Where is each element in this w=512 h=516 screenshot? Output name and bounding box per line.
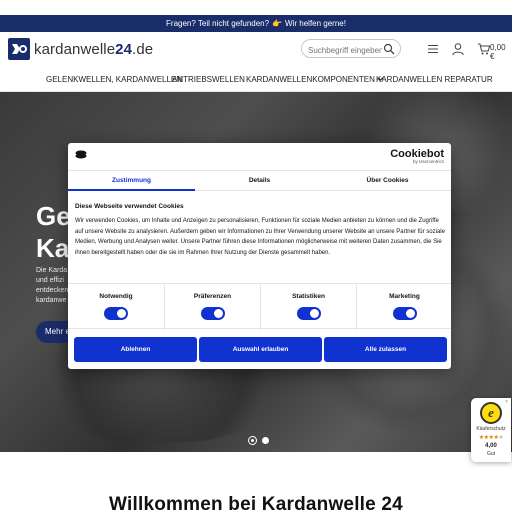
cookie-heading: Diese Webseite verwendet Cookies xyxy=(75,203,184,210)
cookie-icon xyxy=(75,150,87,159)
slider-dot[interactable] xyxy=(262,437,269,444)
search-icon[interactable] xyxy=(383,43,395,55)
menu-icon[interactable] xyxy=(426,42,440,56)
nav-item-kardanwellenkomponenten[interactable]: KARDANWELLENKOMPONENTEN xyxy=(246,75,384,84)
toggle-notwendig[interactable] xyxy=(104,307,128,320)
allow-selection-button[interactable]: Auswahl erlauben xyxy=(199,337,322,362)
deny-button[interactable]: Ablehnen xyxy=(74,337,197,362)
announcement-strip[interactable]: Fragen? Teil nicht gefunden? 👉 Wir helfen … xyxy=(0,15,512,32)
toggle-praeferenzen[interactable] xyxy=(201,307,225,320)
close-icon[interactable]: × xyxy=(505,399,508,405)
hero-text-line: kardanwe xyxy=(36,297,67,304)
category-statistiken: Statistiken xyxy=(260,284,356,330)
slider-dot-active[interactable] xyxy=(248,436,257,445)
trust-label: Käuferschutz xyxy=(476,426,506,432)
cookie-body: Diese Webseite verwendet Cookies Wir ver… xyxy=(75,203,445,258)
hero-description: Die Karda und effizi entdecken kardanwe xyxy=(36,266,68,306)
star-empty-icon: ★ xyxy=(498,435,504,441)
announcement-cta: Wir helfen gerne! xyxy=(285,19,346,28)
announcement-text: Fragen? Teil nicht gefunden? xyxy=(166,19,270,28)
welcome-heading: Willkommen bei Kardanwelle 24 xyxy=(109,494,403,515)
trust-seal-icon xyxy=(480,402,502,424)
cookie-consent-dialog: Cookiebot by Usercentrics Zustimmung Det… xyxy=(68,143,451,369)
cookie-tabs: Zustimmung Details Über Cookies xyxy=(68,170,451,191)
trust-badge-widget[interactable]: × Käuferschutz ★★★★★ 4,00 Gut xyxy=(471,398,511,462)
category-label: Marketing xyxy=(389,293,420,300)
logo-text-main: kardanwelle xyxy=(34,40,116,58)
rating-score: 4,00 xyxy=(485,443,497,449)
cart-total[interactable]: 0,00 € xyxy=(490,43,512,61)
category-label: Notwendig xyxy=(99,293,133,300)
site-logo[interactable]: kardanwelle24.de xyxy=(8,38,153,60)
nav-item-gelenkwellen[interactable]: GELENKWELLEN, KARDANWELLEN xyxy=(46,75,182,84)
site-header: kardanwelle24.de 0,00 € xyxy=(0,32,512,68)
hero-text-line: entdecken xyxy=(36,287,68,294)
rating-grade: Gut xyxy=(486,451,496,457)
cookie-description: Wir verwenden Cookies, um Inhalte und An… xyxy=(75,218,445,256)
hero-text-line: Die Karda xyxy=(36,267,68,274)
category-praeferenzen: Präferenzen xyxy=(164,284,260,330)
nav-item-kardanwellenkomponenten-label: KARDANWELLENKOMPONENTEN xyxy=(246,75,375,84)
nav-item-kardanwellen-reparatur[interactable]: KARDANWELLEN REPARATUR xyxy=(376,75,493,84)
tab-ueber-cookies[interactable]: Über Cookies xyxy=(324,171,451,191)
category-label: Statistiken xyxy=(292,293,325,300)
main-navigation: GELENKWELLEN, KARDANWELLEN ANTRIEBSWELLE… xyxy=(0,68,512,92)
toggle-statistiken[interactable] xyxy=(297,307,321,320)
search-box xyxy=(301,39,401,59)
announcement-bar: Fragen? Teil nicht gefunden? 👉 Wir helfen … xyxy=(0,0,512,32)
account-icon[interactable] xyxy=(451,42,465,56)
cookie-categories: Notwendig Präferenzen Statistiken Market… xyxy=(68,283,452,330)
category-marketing: Marketing xyxy=(356,284,452,330)
toggle-marketing[interactable] xyxy=(393,307,417,320)
pointing-hand-icon: 👉 xyxy=(272,19,283,28)
logo-text-accent: 24 xyxy=(115,40,133,58)
category-label: Präferenzen xyxy=(193,293,232,300)
nav-item-antriebswellen[interactable]: ANTRIEBSWELLEN xyxy=(172,75,245,84)
category-notwendig: Notwendig xyxy=(68,284,164,330)
logo-text-tld: .de xyxy=(132,40,154,58)
allow-all-button[interactable]: Alle zulassen xyxy=(324,337,447,362)
tab-zustimmung[interactable]: Zustimmung xyxy=(68,171,195,191)
rating-stars: ★★★★★ xyxy=(471,434,511,441)
cookiebot-brand: Cookiebot by Usercentrics xyxy=(390,148,444,164)
cart-icon[interactable] xyxy=(477,42,491,56)
kardanwelle-logo-icon xyxy=(8,38,30,60)
logo-text: kardanwelle24.de xyxy=(34,41,153,58)
tab-details[interactable]: Details xyxy=(196,171,323,191)
search-input[interactable] xyxy=(308,42,382,59)
hero-text-line: und effizi xyxy=(36,277,64,284)
